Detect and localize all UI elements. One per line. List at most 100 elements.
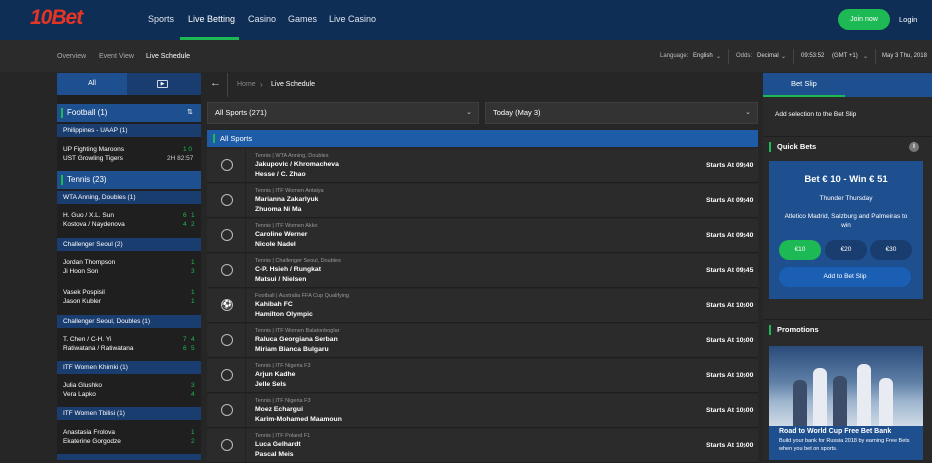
quick-bet-subtitle: Thunder Thursday — [819, 195, 873, 202]
league-header[interactable]: WTA Anning, Doubles (1) — [57, 191, 201, 204]
join-now-button[interactable]: Join now — [838, 9, 890, 30]
event-away-team: Hamilton Olympic — [255, 311, 313, 318]
breadcrumb-home[interactable]: Home — [237, 81, 256, 88]
event-league: Tennis | ITF Women Akko — [255, 223, 318, 229]
event-away-team: Karim-Mohamed Maamoun — [255, 416, 342, 423]
tab-event-view[interactable]: Event View — [99, 53, 134, 60]
event-home-team: Caroline Werner — [255, 231, 308, 238]
chevron-right-icon[interactable]: › — [743, 405, 746, 415]
brand-logo[interactable]: 10Bet — [30, 6, 83, 30]
sport-header-tennis[interactable]: Tennis (23) — [57, 171, 201, 189]
sort-icon[interactable]: ⇅ — [187, 104, 193, 122]
event-row[interactable]: Tennis | ITF Women Balatonboglar Raluca G… — [207, 324, 758, 358]
promotions-header: Promotions — [763, 319, 932, 339]
nav-live-casino[interactable]: Live Casino — [329, 14, 376, 24]
chevron-down-icon: ⌄ — [466, 109, 472, 116]
tennis-ball-icon — [221, 229, 233, 241]
chevron-right-icon[interactable]: › — [743, 230, 746, 240]
divider — [728, 49, 729, 64]
event-row[interactable]: Tennis | ITF Poland F1 Luca Gelhardt Pasca… — [207, 429, 758, 463]
chevron-down-icon: ⌄ — [745, 109, 751, 116]
nav-casino[interactable]: Casino — [248, 14, 276, 24]
league-header[interactable]: Challenger Seoul, Doubles (1) — [57, 315, 201, 328]
event-home-team: C-P. Hsieh / Rungkat — [255, 266, 321, 273]
league-header[interactable]: Challenger Seoul (2) — [57, 238, 201, 251]
chevron-right-icon[interactable]: › — [743, 160, 746, 170]
chevron-right-icon[interactable]: › — [743, 300, 746, 310]
promo-title: Road to World Cup Free Bet Bank — [779, 428, 892, 435]
chevron-right-icon[interactable]: › — [743, 195, 746, 205]
tennis-ball-icon — [221, 264, 233, 276]
event-start-time: Starts At 09:40 — [706, 197, 754, 204]
event-row[interactable]: Tennis | ITF Women Antalya Marianna Zakar… — [207, 184, 758, 218]
sport-header-football[interactable]: Football (1) ⇅ — [57, 104, 201, 122]
event-row[interactable]: Tennis | WTA Anning, Doubles Jakupovic / … — [207, 149, 758, 183]
event-away-team: Zhuoma Ni Ma — [255, 206, 302, 213]
breadcrumb: ← Home › Live Schedule — [205, 73, 758, 97]
nav-sports[interactable]: Sports — [148, 14, 174, 24]
league-header[interactable]: Philippines - UAAP (1) — [57, 124, 201, 137]
event-start-time: Starts At 10:00 — [706, 407, 754, 414]
breadcrumb-current: Live Schedule — [271, 81, 315, 88]
event-row[interactable]: Tennis | ITF Nigeria F3 Moez Echargui Kari… — [207, 394, 758, 428]
player-silhouette — [833, 376, 847, 426]
timezone-chevron-icon[interactable]: ⌄ — [863, 53, 868, 60]
login-link[interactable]: Login — [899, 15, 917, 24]
back-arrow-icon[interactable]: ← — [210, 77, 221, 89]
stake-30-button[interactable]: €30 — [870, 240, 912, 260]
event-row[interactable]: Tennis | ITF Nigeria F3 Arjun Kadhe Jelle … — [207, 359, 758, 393]
tennis-ball-icon — [221, 404, 233, 416]
promo-banner-image[interactable] — [769, 346, 923, 426]
divider — [245, 184, 246, 218]
divider — [245, 289, 246, 323]
event-start-time: Starts At 10:00 — [706, 442, 754, 449]
tab-live-schedule[interactable]: Live Schedule — [146, 53, 190, 60]
event-away-team: Hesse / C. Zhao — [255, 171, 306, 178]
promo-card[interactable]: Road to World Cup Free Bet Bank Build yo… — [769, 426, 923, 460]
divider — [245, 324, 246, 358]
odds-select[interactable]: Decimal — [757, 53, 779, 59]
event-home-team: Raluca Georgiana Serban — [255, 336, 338, 343]
chevron-right-icon[interactable]: › — [743, 370, 746, 380]
chevron-right-icon[interactable]: › — [743, 440, 746, 450]
tab-overview[interactable]: Overview — [57, 53, 86, 60]
chevron-right-icon[interactable]: › — [743, 265, 746, 275]
top-navbar: 10Bet Sports Live Betting Casino Games L… — [0, 0, 932, 40]
clock-time: 09:53:52 — [801, 53, 825, 59]
breadcrumb-separator: › — [260, 80, 263, 89]
stake-10-button[interactable]: €10 — [779, 240, 821, 260]
event-away-team: Pascal Meis — [255, 451, 294, 458]
event-home-team: Kahibah FC — [255, 301, 293, 308]
event-league: Tennis | Challenger Seoul, Doubles — [255, 258, 341, 264]
event-row[interactable]: ⚽ Football | Australia FFA Cup Qualifying… — [207, 289, 758, 323]
info-icon[interactable]: i — [909, 142, 919, 152]
nav-games[interactable]: Games — [288, 14, 317, 24]
event-league: Tennis | ITF Nigeria F3 — [255, 398, 311, 404]
stake-20-button[interactable]: €20 — [825, 240, 867, 260]
timezone-select[interactable]: (GMT +1) — [832, 53, 858, 59]
sidebar-tab-all[interactable]: All — [57, 73, 127, 95]
event-row[interactable]: Tennis | ITF Women Akko Caroline Werner Ni… — [207, 219, 758, 253]
league-header-partial[interactable] — [57, 454, 201, 460]
add-to-bet-slip-button[interactable]: Add to Bet Slip — [779, 267, 911, 287]
sidebar-tab-live-stream[interactable]: ▶ — [127, 73, 201, 95]
sport-filter-select[interactable]: All Sports (271) ⌄ — [207, 102, 479, 124]
quick-bet-description: Atletico Madrid, Salzburg and Palmeiras … — [784, 213, 908, 229]
tab-bet-slip[interactable]: Bet Slip — [763, 73, 932, 97]
divider — [245, 219, 246, 253]
chevron-right-icon[interactable]: › — [743, 335, 746, 345]
league-header[interactable]: ITF Women Khimki (1) — [57, 361, 201, 374]
event-start-time: Starts At 10:00 — [706, 337, 754, 344]
current-date: May 3 Thu, 2018 — [882, 53, 927, 59]
nav-live-betting[interactable]: Live Betting — [188, 14, 235, 24]
language-chevron-icon[interactable]: ⌄ — [716, 53, 721, 60]
event-row[interactable]: Tennis | Challenger Seoul, Doubles C-P. H… — [207, 254, 758, 288]
day-filter-select[interactable]: Today (May 3) ⌄ — [485, 102, 758, 124]
league-header[interactable]: ITF Women Tbilisi (1) — [57, 407, 201, 420]
football-icon: ⚽ — [221, 299, 233, 311]
odds-chevron-icon[interactable]: ⌄ — [781, 53, 786, 60]
quick-bet-card: Bet € 10 - Win € 51 Thunder Thursday Atl… — [769, 161, 923, 299]
event-league: Tennis | ITF Women Antalya — [255, 188, 324, 194]
tennis-ball-icon — [221, 159, 233, 171]
language-select[interactable]: English — [693, 53, 713, 59]
